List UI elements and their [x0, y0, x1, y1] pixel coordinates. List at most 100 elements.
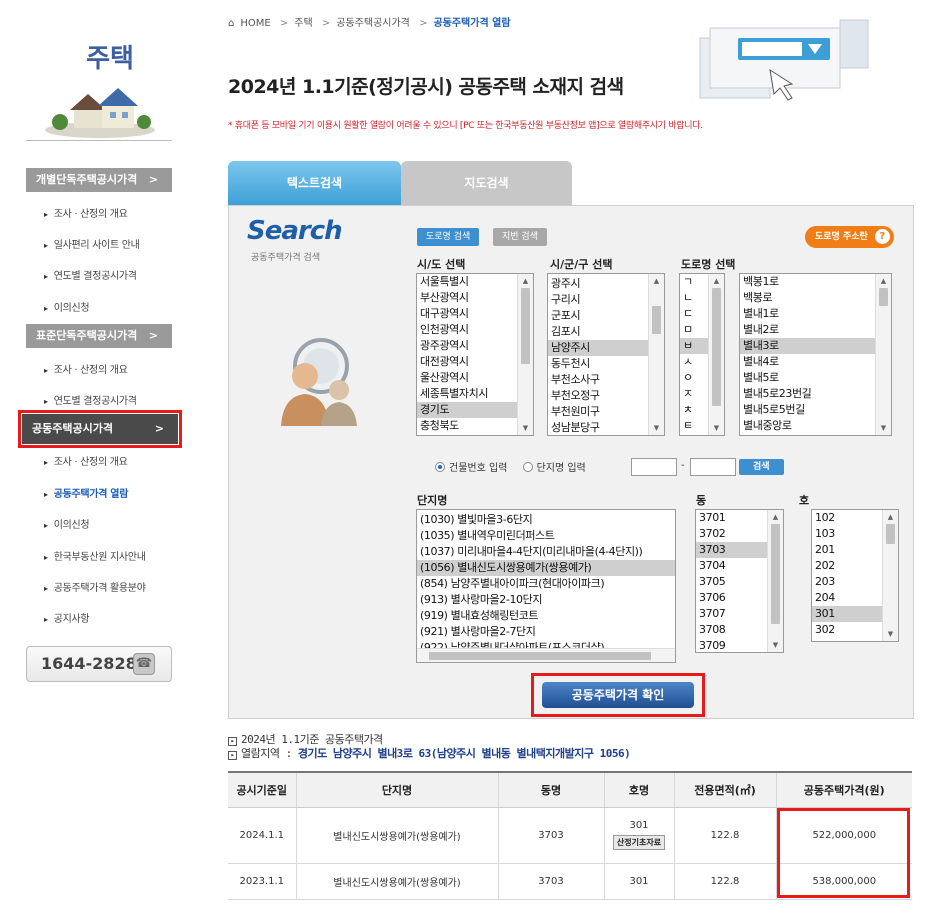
sido-option[interactable]: 서울특별시	[417, 274, 533, 290]
bullet-icon: ▸	[44, 397, 48, 406]
bullet-icon: ▸	[44, 458, 48, 467]
road-option[interactable]: 백봉1로	[740, 274, 891, 290]
dong-select[interactable]: 3701370237033704370537063707370837093710…	[695, 509, 784, 653]
breadcrumb-home[interactable]: HOME	[240, 18, 270, 29]
sido-option[interactable]: 세종특별자치시	[417, 386, 533, 402]
phone-number: 1644-2828	[41, 654, 137, 673]
bullet-icon: ▸	[44, 272, 48, 281]
complex-option[interactable]: (854) 남양주별내아이파크(현대아이파크)	[417, 576, 675, 592]
complex-label: 단지명	[417, 494, 448, 507]
sidebar-head-apartment[interactable]: 공동주택공시가격 >	[18, 410, 182, 448]
sigungu-option[interactable]: 성남분당구	[548, 420, 664, 435]
price-table: 공시기준일 단지명 동명 호명 전용면적(㎡) 공동주택가격(원) 2024.1…	[228, 771, 912, 900]
confirm-highlight: 공동주택가격 확인	[531, 673, 705, 717]
sidebar-item-yearly-price[interactable]: ▸ 연도별 결정공시가격	[44, 392, 137, 407]
sigungu-option[interactable]: 광주시	[548, 276, 664, 292]
sigungu-option[interactable]: 동두천시	[548, 356, 664, 372]
road-option[interactable]: 별내중앙로	[740, 418, 891, 434]
initial-select[interactable]: ㄱㄴㄷㅁㅂㅅㅇㅈㅊㅌ ▲ ▼	[679, 273, 725, 436]
sidebar-head-standard[interactable]: 표준단독주택공시가격 >	[26, 324, 172, 348]
breadcrumb-apartment-price[interactable]: 공동주택공시가격	[336, 18, 410, 29]
col-date: 공시기준일	[228, 771, 297, 808]
tab-text-search[interactable]: 텍스트검색	[228, 161, 401, 206]
cell-ho: 301	[604, 863, 675, 900]
complex-option[interactable]: (1030) 별빛마을3-6단지	[417, 512, 675, 528]
sidebar-item-overview[interactable]: ▸ 조사 · 산정의 개요	[44, 205, 128, 220]
sido-select[interactable]: 서울특별시 부산광역시 대구광역시 인천광역시 광주광역시 대전광역시 울산광역시 세종특별자…	[416, 273, 534, 436]
sidebar-item-overview[interactable]: ▸ 조사 · 산정의 개요	[44, 453, 128, 468]
building-number-main-input[interactable]	[631, 458, 677, 476]
complex-option[interactable]: (919) 별내효성해링턴코트	[417, 608, 675, 624]
sidebar-head-individual[interactable]: 개별단독주택공시가격 >	[26, 168, 172, 192]
complex-option[interactable]: (1037) 미리내마을4-4단지(미리내마을(4-4단지))	[417, 544, 675, 560]
sido-option[interactable]: 대구광역시	[417, 306, 533, 322]
sigungu-option[interactable]: 군포시	[548, 308, 664, 324]
sidebar-item-overview[interactable]: ▸ 조사 · 산정의 개요	[44, 361, 128, 376]
sido-option[interactable]: 울산광역시	[417, 370, 533, 386]
road-search-button[interactable]: 도로명 검색	[417, 228, 480, 246]
road-select[interactable]: 백봉1로 백봉로 별내1로 별내2로 별내3로 별내4로 별내5로 별내5로23번길 별내5로5…	[739, 273, 892, 436]
scrollbar[interactable]: ▲ ▼	[767, 510, 783, 652]
sigungu-option[interactable]: 김포시	[548, 324, 664, 340]
basis-data-button[interactable]: 산정기초자료	[612, 835, 666, 850]
radio-building-number[interactable]: 건물번호 입력	[435, 462, 507, 474]
road-option[interactable]: 별내4로	[740, 354, 891, 370]
bullet-icon: ▸	[44, 615, 48, 624]
sidebar-item-ilsa-guide[interactable]: ▸ 일사편리 사이트 안내	[44, 236, 140, 251]
people-search-illustration	[281, 338, 357, 426]
sigungu-option[interactable]: 부천원미구	[548, 404, 664, 420]
road-option[interactable]: 별내5로	[740, 370, 891, 386]
road-option[interactable]: 별내3로	[740, 338, 891, 354]
scrollbar[interactable]: ▲ ▼	[882, 510, 898, 641]
road-option[interactable]: 별내2로	[740, 322, 891, 338]
road-option[interactable]: 별내5로5번길	[740, 402, 891, 418]
sigungu-option[interactable]: 남양주시	[548, 340, 664, 356]
horizontal-scrollbar[interactable]	[417, 648, 675, 662]
sido-option[interactable]: 부산광역시	[417, 290, 533, 306]
sidebar-item-objection[interactable]: ▸ 이의신청	[44, 299, 90, 314]
sigungu-option[interactable]: 구리시	[548, 292, 664, 308]
road-option[interactable]: 별내5로23번길	[740, 386, 891, 402]
sido-option[interactable]: 충청북도	[417, 418, 533, 434]
page-title: 2024년 1.1기준(정기공시) 공동주택 소재지 검색	[228, 76, 624, 98]
breadcrumb: ⌂ HOME > 주택 > 공동주택공시가격 > 공동주택가격 열람	[228, 18, 511, 29]
radio-complex-name[interactable]: 단지명 입력	[522, 462, 586, 474]
number-search-button[interactable]: 검색	[739, 459, 784, 475]
sigungu-select[interactable]: 광주시 구리시 군포시 김포시 남양주시 동두천시 부천소사구 부천오정구 부천원미구 성남분당구…	[547, 273, 665, 436]
complex-option[interactable]: (1056) 별내신도시쌍용예가(쌍용예가)	[417, 560, 675, 576]
radio-off-icon	[522, 462, 533, 472]
scrollbar[interactable]: ▲ ▼	[875, 274, 891, 435]
lot-search-button[interactable]: 지번 검색	[493, 228, 547, 246]
cell-area: 122.8	[674, 807, 777, 864]
sidebar-item-yearly-price[interactable]: ▸ 연도별 결정공시가격	[44, 267, 137, 282]
road-option[interactable]: 백봉로	[740, 290, 891, 306]
sidebar-item-objection[interactable]: ▸ 이의신청	[44, 516, 90, 531]
scrollbar[interactable]: ▲ ▼	[708, 274, 724, 435]
scrollbar[interactable]: ▲ ▼	[648, 274, 664, 435]
tab-map-search[interactable]: 지도검색	[401, 161, 572, 206]
complex-select[interactable]: (1030) 별빛마을3-6단지 (1035) 별내역우미린더퍼스트 (1037) …	[416, 509, 676, 663]
sido-option[interactable]: 인천광역시	[417, 322, 533, 338]
sidebar-item-notices[interactable]: ▸ 공지사항	[44, 610, 90, 625]
sidebar-item-usage[interactable]: ▸ 공동주택가격 활용분야	[44, 579, 146, 594]
sigungu-option[interactable]: 부천오정구	[548, 388, 664, 404]
sido-option[interactable]: 광주광역시	[417, 338, 533, 354]
sido-option[interactable]: 대전광역시	[417, 354, 533, 370]
ho-select[interactable]: 102103201202203204301302303304 ▲▼	[811, 509, 899, 642]
road-address-button[interactable]: 도로명 주소란?	[805, 226, 894, 248]
sigungu-option[interactable]: 부천소사구	[548, 372, 664, 388]
complex-option[interactable]: (921) 별사랑마을2-7단지	[417, 624, 675, 640]
building-number-sub-input[interactable]	[690, 458, 736, 476]
cell-area: 122.8	[674, 863, 777, 900]
road-option[interactable]: 별내1로	[740, 306, 891, 322]
complex-option[interactable]: (913) 별사랑마을2-10단지	[417, 592, 675, 608]
col-price: 공동주택가격(원)	[776, 771, 912, 808]
table-row: 2023.1.1 별내신도시쌍용예가(쌍용예가) 3703 301 122.8 …	[228, 863, 912, 900]
sidebar-item-price-view[interactable]: ▸ 공동주택가격 열람	[44, 485, 128, 500]
sido-option[interactable]: 경기도	[417, 402, 533, 418]
complex-option[interactable]: (1035) 별내역우미린더퍼스트	[417, 528, 675, 544]
scrollbar[interactable]: ▲ ▼	[517, 274, 533, 435]
breadcrumb-housing[interactable]: 주택	[294, 18, 312, 29]
confirm-price-button[interactable]: 공동주택가격 확인	[542, 682, 694, 708]
sidebar-item-branches[interactable]: ▸ 한국부동산원 지사안내	[44, 548, 146, 563]
